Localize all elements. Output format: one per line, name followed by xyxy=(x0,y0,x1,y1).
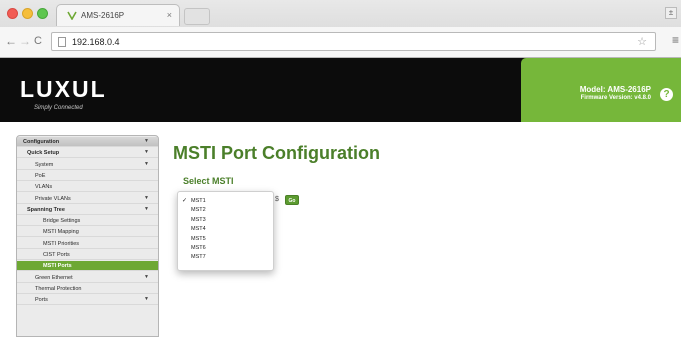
dropdown-option[interactable]: MST2 xyxy=(181,206,271,214)
chevron-down-icon[interactable]: ▼ xyxy=(144,296,149,302)
sidebar-item-label: Thermal Protection xyxy=(35,285,82,292)
go-button[interactable]: Go xyxy=(285,195,299,205)
sidebar-item-spanning-tree[interactable]: Spanning Tree ▼ xyxy=(17,205,158,215)
window-resize-button[interactable]: ± xyxy=(665,7,677,19)
back-arrow-icon[interactable]: ← xyxy=(5,34,17,48)
dropdown-option[interactable]: MST4 xyxy=(181,225,271,233)
sidebar-item-label: Bridge Settings xyxy=(43,218,81,225)
luxul-logo: LUXUL xyxy=(20,76,107,102)
model-text: Model: AMS-2616P xyxy=(579,85,651,94)
logo-tagline: Simply Connected xyxy=(34,105,83,111)
sidebar-item-poe[interactable]: PoE xyxy=(17,171,158,181)
chevron-down-icon[interactable]: ▼ xyxy=(144,138,149,144)
dropdown-option-label: MST4 xyxy=(191,226,206,233)
select-arrow[interactable]: $ xyxy=(275,196,279,203)
tab-close-icon[interactable]: × xyxy=(167,10,172,20)
luxul-favicon-icon xyxy=(67,11,77,20)
browser-navbar: ← → C 192.168.0.4 ☆ ≡ xyxy=(0,27,681,57)
forward-arrow-icon[interactable]: → xyxy=(19,34,31,48)
sidebar-item-msti-ports[interactable]: MSTI Ports xyxy=(17,261,158,272)
sidebar-item-cist-ports[interactable]: CIST Ports xyxy=(17,250,158,260)
dropdown-option[interactable]: MST5 xyxy=(181,235,271,243)
sidebar-item-configuration[interactable]: Configuration ▼ xyxy=(17,137,158,147)
dropdown-option[interactable]: MST7 xyxy=(181,253,271,261)
sidebar-item-msti-mapping[interactable]: MSTI Mapping xyxy=(17,227,158,238)
chevron-down-icon[interactable]: ▼ xyxy=(144,206,149,212)
dropdown-option-label: MST1 xyxy=(191,198,206,204)
page-title: MSTI Port Configuration xyxy=(173,143,380,163)
close-window-button[interactable] xyxy=(7,8,18,19)
chevron-down-icon[interactable]: ▼ xyxy=(144,149,149,155)
dropdown-option[interactable]: MST3 xyxy=(181,216,271,224)
sidebar-item-label: Ports xyxy=(35,297,48,304)
sidebar-item-quick-setup[interactable]: Quick Setup ▼ xyxy=(17,148,158,159)
dropdown-option-label: MST3 xyxy=(191,216,206,223)
browser-tab[interactable]: AMS-2616P × xyxy=(56,4,180,26)
chevron-down-icon[interactable]: ▼ xyxy=(144,161,149,167)
dropdown-option-label: MST6 xyxy=(191,245,206,251)
help-icon[interactable]: ? xyxy=(660,88,673,101)
page-icon xyxy=(58,37,66,47)
dropdown-option[interactable]: MST6 xyxy=(181,244,271,252)
sidebar-item-thermal-protection[interactable]: Thermal Protection xyxy=(17,284,158,294)
sidebar-item-system[interactable]: System ▼ xyxy=(17,160,158,170)
bookmark-star-icon[interactable]: ☆ xyxy=(637,35,647,48)
dropdown-option-label: MST5 xyxy=(191,235,206,242)
tab-title: AMS-2616P xyxy=(81,11,125,20)
address-url: 192.168.0.4 xyxy=(72,37,120,47)
sidebar-item-bridge-settings[interactable]: Bridge Settings xyxy=(17,216,158,227)
model-info-panel: Model: AMS-2616P Firmware Version: v4.8.… xyxy=(521,58,681,122)
sidebar-item-ports[interactable]: Ports ▼ xyxy=(17,295,158,306)
browser-chrome: AMS-2616P × ± ← → C 192.168.0.4 ☆ ≡ xyxy=(0,0,681,58)
chevron-down-icon[interactable]: ▼ xyxy=(144,195,149,201)
sidebar-item-label: Spanning Tree xyxy=(27,206,65,213)
sidebar-item-label: MSTI Priorities xyxy=(43,240,80,247)
sidebar-item-label: Configuration xyxy=(23,139,60,145)
address-bar[interactable]: 192.168.0.4 ☆ xyxy=(51,32,656,51)
chevron-down-icon[interactable]: ▼ xyxy=(144,274,149,280)
browser-menu-icon[interactable]: ≡ xyxy=(672,33,679,47)
sidebar-item-label: Private VLANs xyxy=(35,195,71,202)
firmware-text: Firmware Version: v4.8.0 xyxy=(580,95,651,101)
sidebar-item-msti-priorities[interactable]: MSTI Priorities xyxy=(17,239,158,249)
sidebar-item-green-ethernet[interactable]: Green Ethernet ▼ xyxy=(17,273,158,283)
dropdown-option-label: MST2 xyxy=(191,207,206,214)
sidebar-nav: Configuration ▼ Quick Setup ▼ System ▼ PoE VLAN… xyxy=(16,135,159,337)
dropdown-option[interactable]: ✓ MST1 xyxy=(181,197,271,205)
sidebar-item-label: MSTI Mapping xyxy=(43,229,79,236)
new-tab-button[interactable] xyxy=(184,8,210,25)
sidebar-item-private-vlans[interactable]: Private VLANs ▼ xyxy=(17,194,158,204)
sidebar-item-label: MSTI Ports xyxy=(43,263,72,270)
maximize-window-button[interactable] xyxy=(37,8,48,19)
sidebar-item-label: Quick Setup xyxy=(27,150,60,157)
check-icon: ✓ xyxy=(182,198,188,204)
dropdown-option-label: MST7 xyxy=(191,254,206,261)
sidebar-item-label: System xyxy=(35,161,54,168)
sidebar-item-label: Green Ethernet xyxy=(35,274,73,281)
sidebar-item-vlans[interactable]: VLANs xyxy=(17,182,158,193)
reload-icon[interactable]: C xyxy=(34,35,42,47)
msti-dropdown-list[interactable]: ✓ MST1 MST2 MST3 MST4 MST5 MST6 MST7 xyxy=(177,191,274,271)
select-msti-label: Select MSTI xyxy=(183,176,234,186)
sidebar-item-label: CIST Ports xyxy=(43,252,70,258)
minimize-window-button[interactable] xyxy=(22,8,33,19)
sidebar-item-label: PoE xyxy=(35,172,46,179)
sidebar-item-label: VLANs xyxy=(35,184,53,191)
